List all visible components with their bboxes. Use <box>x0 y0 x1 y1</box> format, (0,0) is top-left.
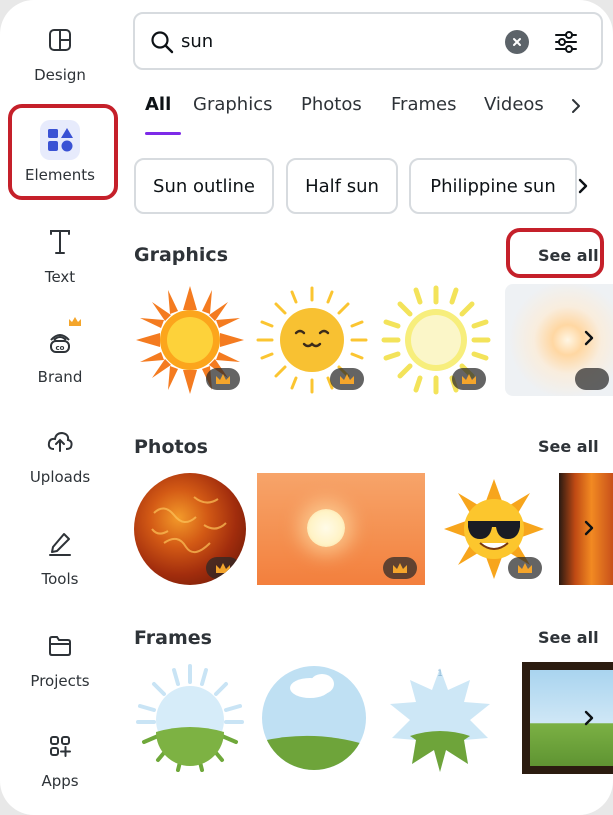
tab-videos[interactable]: Videos <box>484 94 544 115</box>
suggestion-chip[interactable]: Philippine sun <box>409 158 577 214</box>
frame-item[interactable]: 1 <box>384 662 496 774</box>
sidebar-item-uploads[interactable]: Uploads <box>17 422 103 486</box>
sun-disc <box>307 509 345 547</box>
layout-icon <box>40 20 80 60</box>
crown-icon <box>69 317 81 326</box>
sidebar-item-elements[interactable]: Elements <box>17 120 103 184</box>
brand-icon: co <box>40 317 81 362</box>
sidebar-item-projects[interactable]: Projects <box>17 626 103 690</box>
sliders-icon <box>555 31 577 53</box>
graphics-scroll-right-button[interactable] <box>576 318 602 358</box>
crown-icon <box>518 563 532 573</box>
svg-text:co: co <box>56 344 65 352</box>
filter-button[interactable] <box>551 27 581 57</box>
active-tab-indicator <box>145 132 181 135</box>
premium-badge <box>383 557 417 579</box>
suggestion-chip[interactable]: Half sun <box>286 158 398 214</box>
sidebar-item-text[interactable]: Text <box>17 222 103 286</box>
shapes-icon <box>40 120 80 160</box>
photo-item[interactable] <box>257 473 425 585</box>
chips-scroll-right-button[interactable] <box>575 176 591 200</box>
chip-label: Half sun <box>305 175 379 197</box>
crown-icon <box>340 374 354 384</box>
premium-badge <box>206 557 240 579</box>
sidebar-item-label: Projects <box>30 672 90 690</box>
premium-badge <box>206 368 240 390</box>
photos-scroll-right-button[interactable] <box>576 508 602 548</box>
sidebar-item-label: Uploads <box>29 468 91 486</box>
sidebar-item-label: Elements <box>25 166 95 184</box>
chip-label: Sun outline <box>153 175 255 197</box>
graphic-item[interactable] <box>254 284 370 396</box>
sunburst-frame <box>136 664 244 772</box>
elements-panel: Design Elements Text co Brand Uploads To… <box>0 0 613 815</box>
sidebar-item-tools[interactable]: Tools <box>17 524 103 588</box>
section-title-frames: Frames <box>134 627 212 649</box>
tab-photos[interactable]: Photos <box>301 94 362 115</box>
chevron-right-icon <box>572 99 580 113</box>
sidebar-item-label: Tools <box>41 570 79 588</box>
premium-badge <box>330 368 364 390</box>
clear-search-button[interactable] <box>505 30 529 54</box>
graphic-item[interactable] <box>378 284 494 396</box>
search-icon <box>151 31 174 54</box>
close-icon <box>513 38 521 46</box>
tab-all[interactable]: All <box>145 94 171 115</box>
section-title-photos: Photos <box>134 436 208 458</box>
see-all-frames-link[interactable]: See all <box>538 628 599 647</box>
chip-label: Philippine sun <box>430 175 556 197</box>
chevron-right-icon <box>578 178 588 194</box>
sidebar-item-label: Text <box>44 268 76 286</box>
star-burst-frame: 1 <box>390 668 490 772</box>
see-all-photos-link[interactable]: See all <box>538 437 599 456</box>
crown-icon <box>216 563 230 573</box>
premium-badge <box>452 368 486 390</box>
search-input[interactable] <box>181 27 481 55</box>
chevron-right-icon <box>584 520 594 536</box>
suggestion-chip[interactable]: Sun outline <box>134 158 274 214</box>
graphic-item[interactable] <box>134 284 246 396</box>
apps-grid-icon <box>40 726 80 766</box>
frame-item[interactable] <box>258 662 370 774</box>
sidebar-item-apps[interactable]: Apps <box>17 726 103 790</box>
photo-item[interactable] <box>134 473 246 585</box>
text-icon <box>40 222 80 262</box>
tab-graphics[interactable]: Graphics <box>193 94 273 115</box>
frames-scroll-right-button[interactable] <box>576 698 602 738</box>
cloud-upload-icon <box>40 422 80 462</box>
crown-icon <box>216 374 230 384</box>
crown-icon <box>462 374 476 384</box>
scalloped-frame <box>262 666 366 770</box>
premium-badge <box>508 557 542 579</box>
tab-frames[interactable]: Frames <box>391 94 456 115</box>
svg-text:1: 1 <box>437 669 443 679</box>
sidebar-item-brand[interactable]: co Brand <box>17 317 103 386</box>
photo-item[interactable] <box>438 473 550 585</box>
tabs-scroll-right-button[interactable] <box>568 96 584 120</box>
pen-icon <box>40 524 80 564</box>
folder-icon <box>40 626 80 666</box>
frame-item[interactable] <box>134 662 246 774</box>
chevron-right-icon <box>584 330 594 346</box>
chevron-right-icon <box>584 710 594 726</box>
sidebar-item-label: Design <box>34 66 86 84</box>
section-title-graphics: Graphics <box>134 244 228 266</box>
premium-badge <box>575 368 609 390</box>
crown-icon <box>393 563 407 573</box>
see-all-graphics-link[interactable]: See all <box>538 246 599 265</box>
sidebar-item-label: Apps <box>41 772 79 790</box>
search-bar[interactable] <box>133 12 603 70</box>
sidebar-item-design[interactable]: Design <box>17 20 103 84</box>
sidebar-item-label: Brand <box>37 368 83 386</box>
